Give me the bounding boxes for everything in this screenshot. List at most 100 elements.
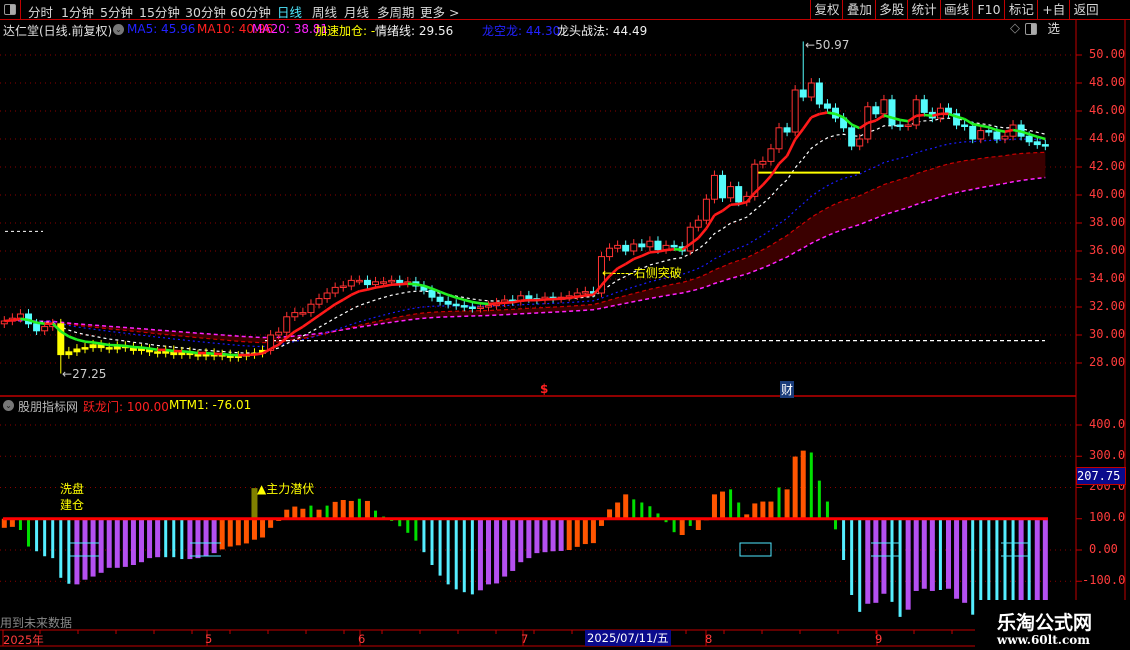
ma-fast-segment bbox=[68, 335, 78, 341]
histogram-bar bbox=[235, 518, 241, 546]
histogram-bar bbox=[574, 518, 580, 547]
toolbar-button[interactable]: 复权 bbox=[810, 0, 843, 19]
histogram-bar bbox=[615, 502, 621, 519]
histogram-bar bbox=[106, 518, 112, 568]
candle-body bbox=[194, 354, 202, 357]
ma-fast-segment bbox=[439, 290, 449, 297]
candle-body bbox=[396, 279, 404, 284]
histogram-bar bbox=[340, 500, 346, 519]
ma-fast-segment bbox=[633, 254, 643, 261]
period-tab[interactable]: 15分钟 bbox=[139, 2, 180, 21]
histogram-bar bbox=[147, 518, 153, 559]
candle-body bbox=[896, 124, 904, 127]
histogram-bar bbox=[729, 489, 733, 519]
ma-fast-segment bbox=[916, 113, 925, 118]
histogram-bar bbox=[979, 518, 983, 600]
ma-fast-segment bbox=[778, 154, 789, 165]
ma-fast-segment bbox=[415, 283, 425, 288]
ma-fast-segment bbox=[294, 325, 304, 333]
candle-body bbox=[485, 305, 492, 308]
histogram-bar bbox=[414, 518, 418, 541]
histogram-bar bbox=[1011, 518, 1015, 600]
ma-fast-segment bbox=[713, 209, 724, 217]
toolbar-button[interactable]: 统计 bbox=[907, 0, 940, 19]
washout-label-1: 洗盘 bbox=[60, 482, 85, 496]
candle-body bbox=[670, 244, 678, 248]
candle-body bbox=[791, 89, 799, 133]
period-tab[interactable]: 5分钟 bbox=[100, 2, 133, 21]
low-value: 27.25 bbox=[72, 367, 107, 381]
long-term-band bbox=[4, 152, 1046, 343]
candle-body bbox=[799, 89, 807, 98]
indicator-mtm: MTM1: -76.01 bbox=[169, 398, 252, 412]
histogram-bar bbox=[898, 518, 902, 617]
toolbar-button[interactable]: 标记 bbox=[1004, 0, 1037, 19]
histogram-bar bbox=[357, 498, 361, 519]
chart-canvas[interactable] bbox=[0, 0, 1130, 650]
period-tab[interactable]: 60分钟 bbox=[230, 2, 271, 21]
price-tick-label: 28.00 bbox=[1089, 355, 1126, 369]
candle-body bbox=[920, 99, 928, 113]
histogram-bar bbox=[566, 518, 572, 550]
ma-mid-line bbox=[4, 117, 1046, 354]
diamond-icon[interactable]: ◇ bbox=[1010, 21, 1020, 36]
toolbar-button[interactable]: 画线 bbox=[939, 0, 973, 19]
panel-toggle-icon[interactable] bbox=[0, 0, 21, 19]
period-tab[interactable]: 月线 bbox=[344, 2, 369, 21]
toolbar-button[interactable]: 叠加 bbox=[842, 0, 875, 19]
panel-toggle-icon[interactable] bbox=[1025, 23, 1037, 35]
candle-body bbox=[331, 286, 339, 294]
ma-fast-segment bbox=[375, 284, 384, 289]
histogram-bar bbox=[114, 518, 120, 568]
ma-fast-segment bbox=[117, 344, 126, 348]
candle-body bbox=[985, 130, 993, 133]
candle-body bbox=[468, 306, 476, 309]
legend-leader: 龙头战法: 44.49 bbox=[557, 24, 648, 38]
candle-body bbox=[89, 344, 97, 349]
finance-marker[interactable]: 财 bbox=[780, 381, 795, 398]
histogram-bar bbox=[679, 518, 685, 535]
candle-body bbox=[686, 226, 694, 252]
toolbar-button[interactable]: 返回 bbox=[1069, 0, 1102, 19]
washout-label-2: 建仓 bbox=[60, 498, 85, 512]
ma-fast-segment bbox=[407, 282, 416, 286]
ma-fast-segment bbox=[399, 282, 408, 286]
period-tab[interactable]: 多周期 bbox=[377, 2, 415, 21]
toolbar-button[interactable]: 多股 bbox=[874, 0, 908, 19]
candle-body bbox=[872, 106, 880, 115]
histogram-bar bbox=[454, 518, 458, 590]
histogram-bar bbox=[180, 518, 184, 560]
chevron-down-icon[interactable]: ⌄ bbox=[3, 400, 14, 411]
candle-body bbox=[291, 312, 299, 318]
period-tab[interactable]: 更多 > bbox=[420, 2, 459, 21]
histogram-bar bbox=[672, 518, 676, 533]
ma-fast-segment bbox=[665, 247, 675, 252]
period-tab[interactable]: 日线 bbox=[277, 2, 302, 21]
candle-body bbox=[137, 348, 145, 351]
histogram-bar bbox=[438, 518, 442, 576]
period-tab[interactable]: 周线 bbox=[312, 2, 337, 21]
ma-fast-segment bbox=[359, 288, 368, 293]
histogram-bar bbox=[1018, 518, 1024, 600]
price-tick-label: 32.00 bbox=[1089, 299, 1126, 313]
ma-slow-line bbox=[4, 138, 1046, 348]
toolbar-button[interactable]: F10 bbox=[972, 0, 1005, 19]
toolbar: 分时 1分钟 5分钟 15分钟 30分钟 60分钟 日线 周线 月线 多周期 更多 > 复权 叠加 多股… bbox=[0, 0, 1130, 36]
dollar-marker[interactable]: $ bbox=[540, 382, 548, 396]
histogram-bar bbox=[1027, 518, 1031, 600]
period-tab[interactable]: 分时 bbox=[28, 2, 53, 21]
histogram-bar bbox=[865, 518, 871, 604]
candle-body bbox=[719, 174, 727, 199]
period-tab[interactable]: 1分钟 bbox=[61, 2, 94, 21]
histogram-bar bbox=[203, 518, 209, 557]
candle-body bbox=[307, 303, 315, 314]
candle-body bbox=[856, 138, 864, 147]
histogram-bar bbox=[534, 518, 540, 554]
ma-fast-segment bbox=[472, 300, 481, 305]
period-tab[interactable]: 30分钟 bbox=[185, 2, 226, 21]
ma-fast-segment bbox=[649, 250, 659, 254]
candle-body bbox=[581, 291, 589, 294]
toolbar-button[interactable]: +自选 bbox=[1036, 0, 1070, 36]
candle-body bbox=[969, 125, 977, 140]
chevron-down-icon[interactable]: ⌄ bbox=[113, 24, 124, 35]
